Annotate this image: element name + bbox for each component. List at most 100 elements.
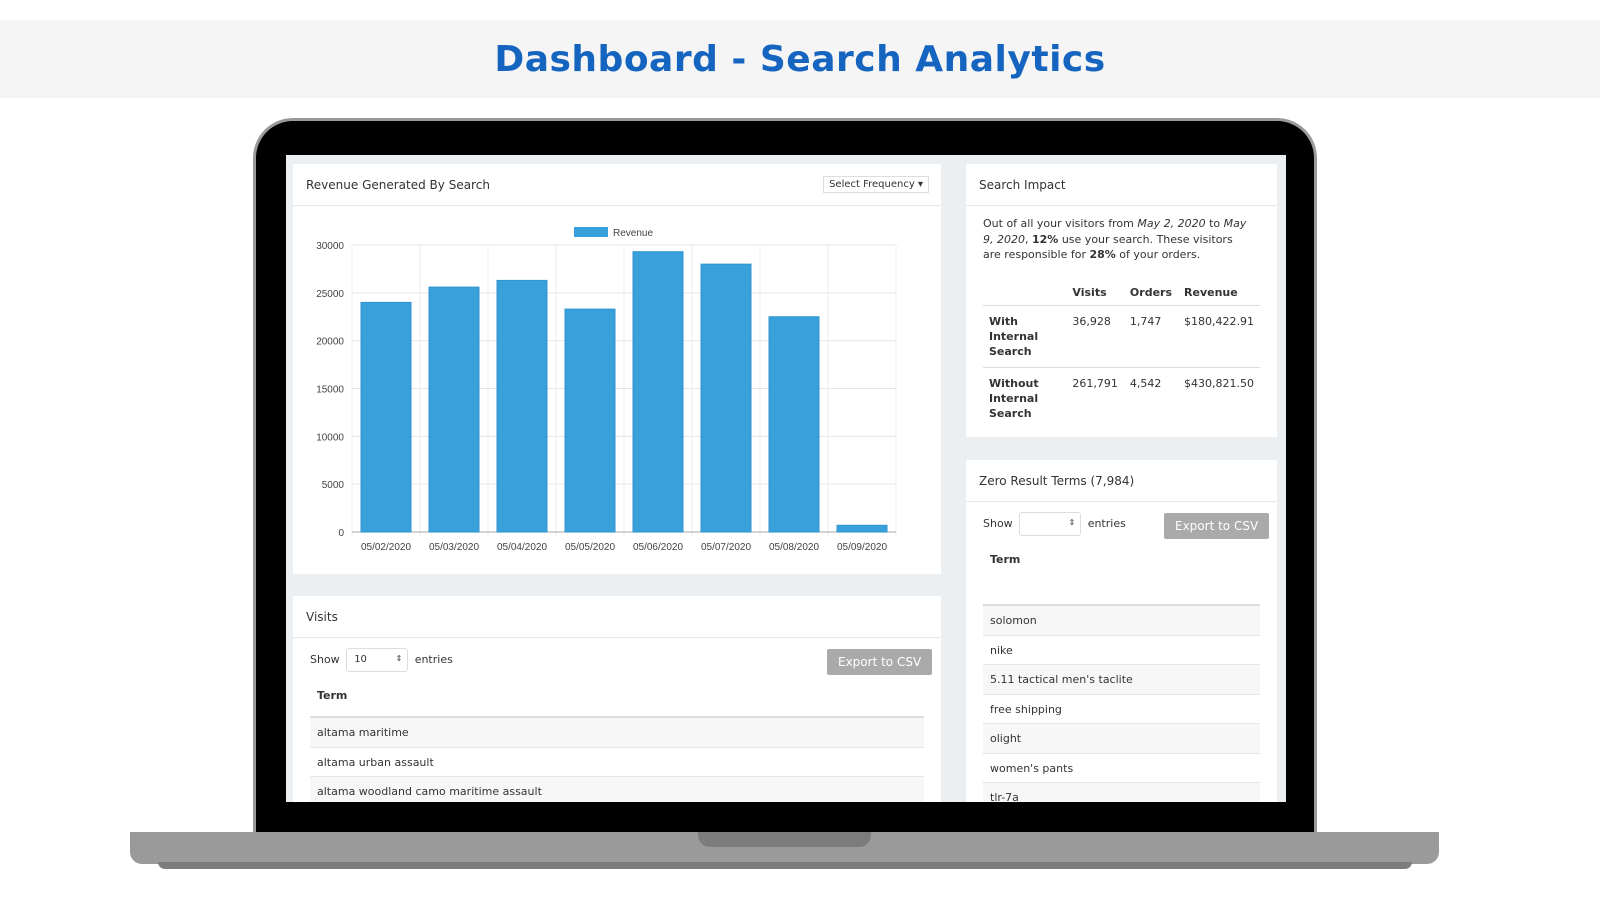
page-title: Dashboard - Search Analytics [494,39,1106,80]
caret-down-icon: ▾ [917,179,923,190]
revenue-chart: 0 5000 10000 15000 20000 25000 30000 05/02/2020… [316,227,897,553]
entries-label: entries [414,653,453,666]
term-cell: 5.11 tactical men's taclite [990,673,1133,686]
y-tick-label: 0 [338,528,344,539]
x-tick-label: 05/05/2020 [565,542,615,553]
x-tick-label: 05/07/2020 [701,542,751,553]
column-header [983,280,1067,306]
table-row: altama woodland camo maritime assault [310,777,924,802]
column-header-term: Term [990,553,1021,566]
zero-result-title: Zero Result Terms (7,984) [966,460,1277,502]
dashboard-screen: Revenue Generated By Search Select Frequ… [286,155,1286,802]
summary-text: to [1205,217,1224,230]
revenue-card: Revenue Generated By Search Select Frequ… [293,164,941,574]
x-tick-label: 05/09/2020 [837,542,887,553]
y-tick-label: 15000 [316,385,344,396]
frequency-select-label: Select Frequency [829,179,915,190]
x-tick-label: 05/08/2020 [769,542,819,553]
bar [632,251,684,533]
updown-arrow-icon: ⇕ [395,654,403,663]
export-csv-button[interactable]: Export to CSV [1164,513,1270,539]
x-tick-label: 05/03/2020 [429,542,479,553]
frequency-select[interactable]: Select Frequency ▾ [823,176,929,193]
zero-result-card: Zero Result Terms (7,984) Show ⇕ entries… [966,460,1277,802]
term-cell: altama urban assault [317,755,434,769]
search-percent: 12% [1032,232,1059,246]
term-cell: nike [990,643,1013,657]
bar [836,524,888,533]
column-header-orders: Orders [1123,280,1179,306]
entries-control: Show 10 ⇕ entries [310,648,453,672]
legend-swatch [574,227,608,237]
table-row: altama urban assault [310,748,924,777]
search-impact-table: Visits Orders Revenue With Internal Sear… [983,280,1260,429]
search-impact-summary: Out of all your visitors from May 2, 202… [983,216,1253,263]
table-row: free shipping [983,695,1260,724]
entries-control: Show ⇕ entries [983,512,1126,536]
entries-label: entries [1087,517,1126,530]
x-tick-label: 05/04/2020 [497,542,547,553]
entries-select[interactable]: ⇕ [1019,512,1082,536]
bar [496,279,548,533]
x-tick-label: 05/02/2020 [361,542,411,553]
entries-value: 10 [354,654,367,665]
table-header: Visits Orders Revenue [983,280,1260,306]
legend-label: Revenue [613,228,653,239]
date-from: May 2, 2020 [1137,217,1206,230]
table-row: olight [983,724,1260,754]
zero-result-table: solomon nike 5.11 tactical men's taclite fr… [983,604,1260,802]
bar [700,263,752,533]
table-row: women's pants [983,754,1260,783]
table-row: solomon [983,606,1260,636]
visits-card: Visits Show 10 ⇕ entries Export to CSV Te… [293,596,941,802]
y-tick-label: 30000 [316,241,344,252]
entries-select[interactable]: 10 ⇕ [346,648,409,672]
show-label: Show [310,653,340,666]
summary-text: , [1025,232,1032,246]
term-cell: olight [990,732,1022,745]
bar [428,286,480,533]
summary-text: Out of all your visitors from [983,217,1138,230]
visits-table: altama maritime altama urban assault altam… [310,716,924,802]
search-impact-title: Search Impact [966,164,1277,206]
column-header-visits: Visits [1066,280,1124,306]
term-cell: altama woodland camo maritime assault [317,785,542,798]
term-cell: free shipping [990,702,1062,716]
term-cell: solomon [990,614,1037,627]
revenue-cell: $430,821.50 [1184,377,1254,390]
table-row: nike [983,636,1260,665]
term-cell: women's pants [990,761,1074,775]
updown-arrow-icon: ⇕ [1068,518,1076,527]
y-tick-label: 25000 [316,289,344,300]
visits-cell: 261,791 [1072,377,1118,390]
bar [564,308,616,533]
revenue-cell: $180,422.91 [1178,305,1260,368]
row-label: With Internal Search [983,305,1067,368]
table-row: With Internal Search 36,928 1,747 $180,4… [983,305,1260,368]
export-csv-button[interactable]: Export to CSV [827,649,933,675]
show-label: Show [983,517,1013,530]
summary-text: of your orders. [1115,248,1201,261]
laptop-base-shadow [158,862,1412,869]
x-tick-label: 05/06/2020 [633,542,683,553]
table-row: 5.11 tactical men's taclite [983,665,1260,695]
bar [768,316,820,533]
orders-cell: 1,747 [1123,305,1179,368]
search-impact-card: Search Impact Out of all your visitors f… [966,164,1277,437]
column-header-revenue: Revenue [1178,280,1260,306]
y-tick-label: 5000 [322,480,345,491]
y-tick-label: 10000 [316,432,344,443]
table-row: Without Internal Search 261,791 4,542 $4… [983,368,1260,430]
column-header-term: Term [317,689,348,702]
term-cell: altama maritime [317,726,409,739]
term-cell: tlr-7a [990,791,1019,802]
y-tick-label: 20000 [316,337,344,348]
orders-percent: 28% [1089,248,1116,261]
table-row: altama maritime [310,718,924,748]
laptop-notch [698,832,871,847]
table-row: tlr-7a [983,783,1260,802]
bar [360,301,412,533]
orders-cell: 4,542 [1129,377,1162,390]
visits-title: Visits [293,596,941,638]
visits-cell: 36,928 [1066,305,1124,368]
